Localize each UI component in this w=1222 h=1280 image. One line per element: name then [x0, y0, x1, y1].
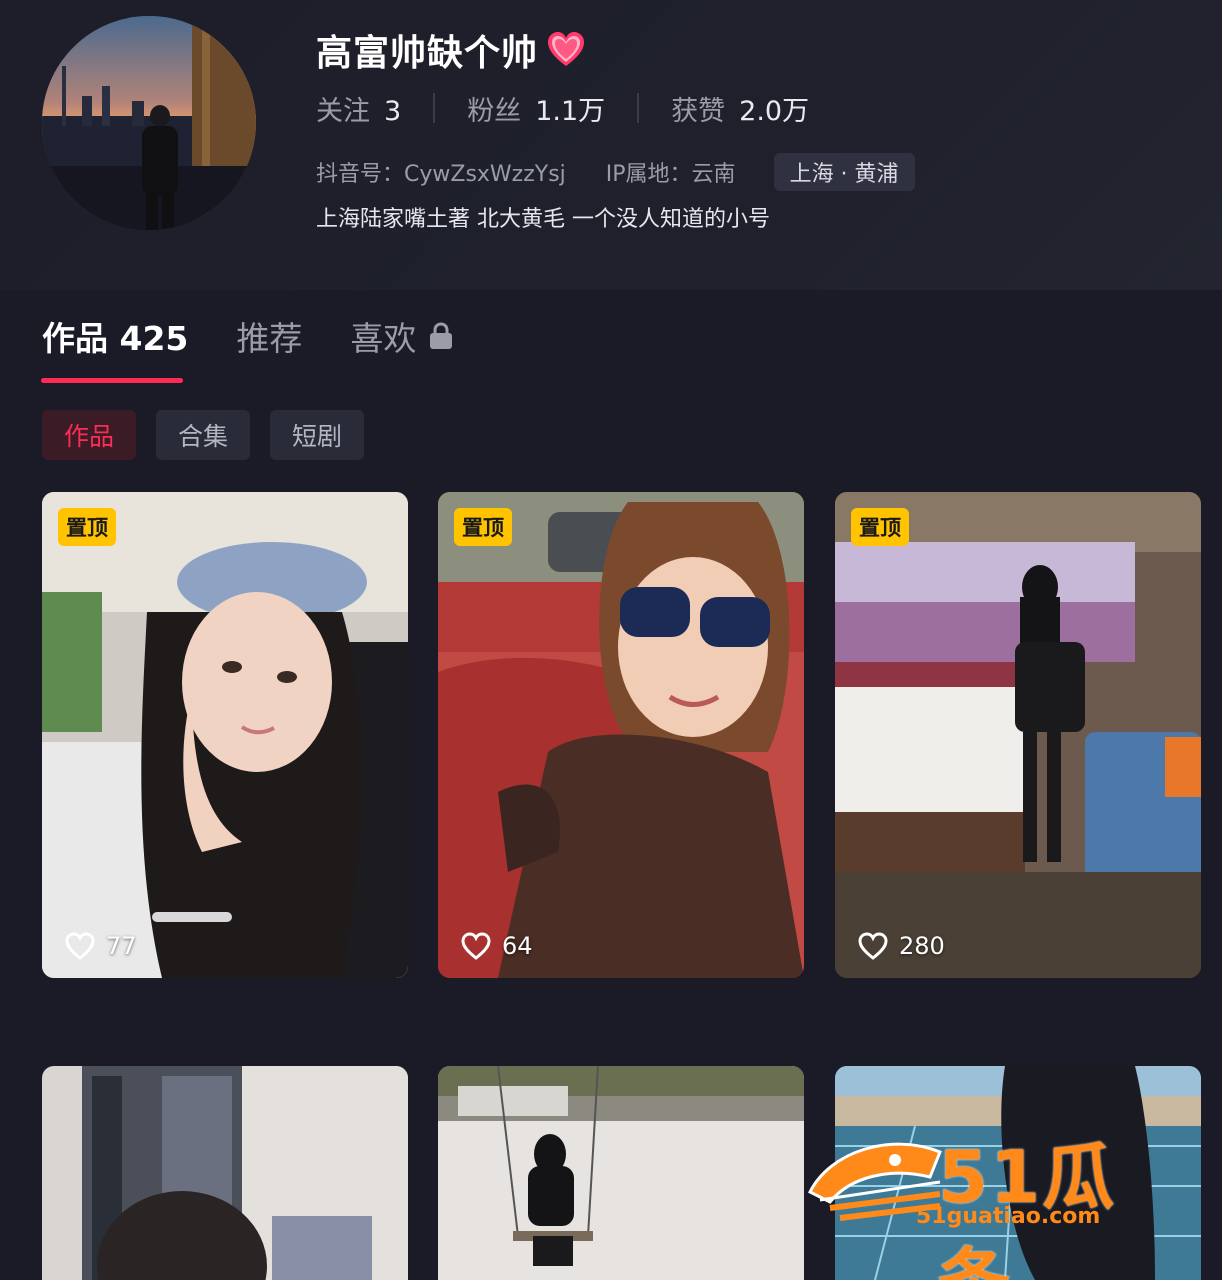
pinned-badge: 置顶 — [58, 508, 116, 546]
video-thumbnail — [42, 492, 408, 978]
filter-works[interactable]: 作品 — [42, 410, 137, 460]
filter-short-drama[interactable]: 短剧 — [270, 410, 365, 460]
lock-icon — [430, 322, 453, 349]
ip-location: IP属地：云南 — [605, 162, 736, 187]
avatar[interactable] — [42, 16, 256, 230]
tab-recommend[interactable]: 推荐 — [236, 312, 302, 360]
following-label: 关注 — [316, 95, 370, 127]
heart-emoji-icon — [548, 32, 585, 66]
like-count: 77 — [64, 926, 137, 966]
profile-meta: 抖音号：CywZsxWzzYsj IP属地：云南 上海 · 黄浦 — [316, 152, 915, 192]
watermark: 51瓜条 51guatiao.com — [800, 1118, 1180, 1280]
tab-likes[interactable]: 喜欢 — [350, 312, 454, 360]
stat-divider — [433, 93, 436, 123]
profile-stats: 关注 3 粉丝 1.1万 获赞 2.0万 — [316, 88, 809, 128]
video-thumbnail — [835, 492, 1201, 978]
profile-name: 高富帅缺个帅 — [316, 33, 539, 74]
profile-bio: 上海陆家嘴土著 北大黄毛 一个没人知道的小号 — [316, 207, 770, 232]
pinned-badge: 置顶 — [454, 508, 512, 546]
watermark-text: 51瓜条 — [938, 1135, 1117, 1280]
video-card[interactable]: 置顶 280 — [835, 492, 1201, 978]
followers-stat[interactable]: 粉丝 1.1万 — [467, 89, 605, 128]
video-thumbnail — [438, 492, 804, 978]
like-count-value: 77 — [106, 932, 137, 960]
like-count-value: 64 — [502, 932, 533, 960]
video-card[interactable] — [42, 1066, 408, 1280]
following-stat[interactable]: 关注 3 — [316, 89, 401, 128]
pinned-badge: 置顶 — [851, 508, 909, 546]
tab-works[interactable]: 作品 425 — [42, 312, 188, 360]
heart-outline-icon — [858, 932, 888, 960]
avatar-image — [42, 16, 256, 230]
watermark-url: 51guatiao.com — [916, 1204, 1101, 1229]
video-card[interactable]: 置顶 64 — [438, 492, 804, 978]
video-thumbnail — [42, 1066, 408, 1280]
like-count: 64 — [460, 926, 533, 966]
like-count: 280 — [857, 926, 945, 966]
followers-label: 粉丝 — [467, 95, 522, 127]
location-tag[interactable]: 上海 · 黄浦 — [773, 153, 915, 191]
name-row: 高富帅缺个帅 — [316, 24, 588, 76]
followers-value: 1.1万 — [535, 95, 606, 127]
likes-value: 2.0万 — [739, 95, 810, 127]
tab-works-label: 作品 425 — [42, 319, 189, 358]
content-tabs: 作品 425 推荐 喜欢 — [42, 306, 502, 366]
filter-collections[interactable]: 合集 — [156, 410, 251, 460]
following-value: 3 — [384, 95, 402, 127]
stat-divider — [637, 93, 640, 123]
tab-likes-label: 喜欢 — [350, 319, 417, 358]
like-count-value: 280 — [899, 932, 945, 960]
likes-label: 获赞 — [671, 95, 726, 127]
profile-header: 高富帅缺个帅 关注 3 粉丝 1.1万 获赞 2.0万 抖音号：CywZsxWz… — [0, 0, 1222, 290]
tab-recommend-label: 推荐 — [236, 319, 303, 358]
video-card[interactable] — [438, 1066, 804, 1280]
sub-filters: 作品 合集 短剧 — [42, 410, 365, 460]
profile-page: 高富帅缺个帅 关注 3 粉丝 1.1万 获赞 2.0万 抖音号：CywZsxWz… — [0, 0, 1222, 1280]
heart-outline-icon — [65, 932, 95, 960]
active-tab-indicator — [41, 378, 183, 383]
likes-stat[interactable]: 获赞 2.0万 — [671, 89, 809, 128]
heart-outline-icon — [461, 932, 491, 960]
douyin-id[interactable]: 抖音号：CywZsxWzzYsj — [316, 156, 566, 188]
video-card[interactable]: 置顶 77 — [42, 492, 408, 978]
video-thumbnail — [438, 1066, 804, 1280]
